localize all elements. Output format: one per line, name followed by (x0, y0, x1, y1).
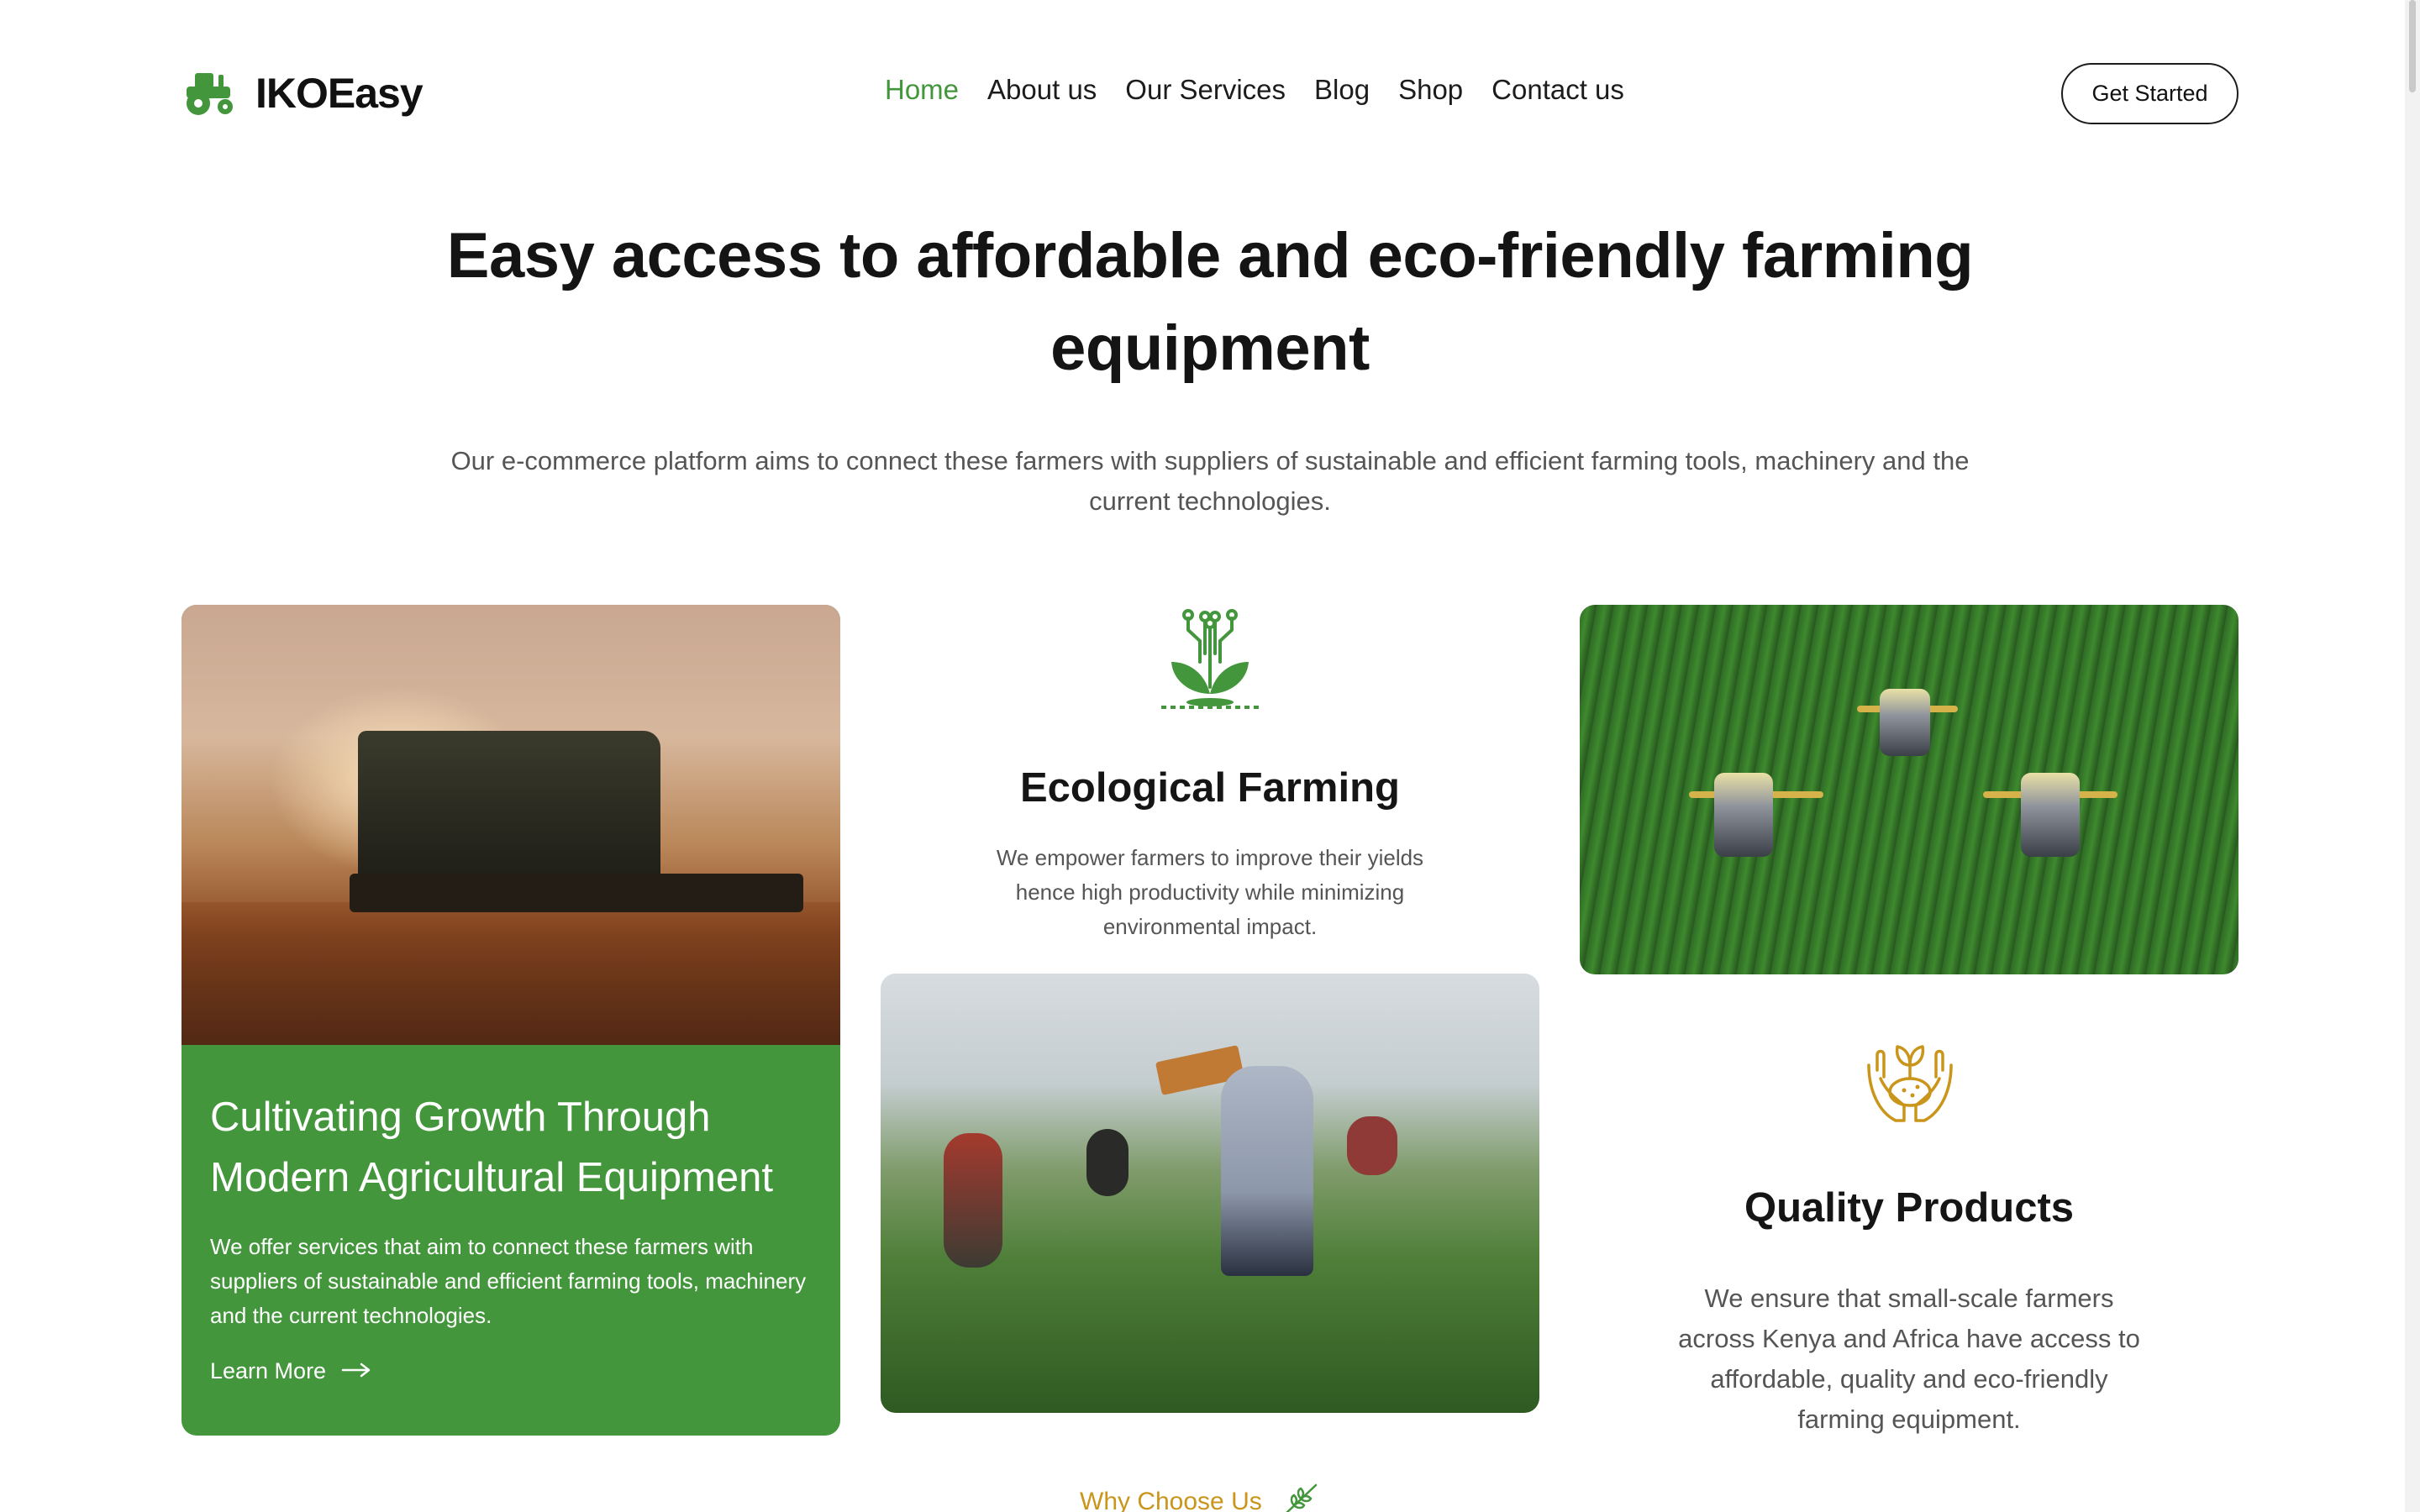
harvester-photo (182, 605, 840, 1045)
get-started-button[interactable]: Get Started (2061, 63, 2238, 124)
quality-card-title: Quality Products (1744, 1185, 2075, 1231)
growth-card-text: We offer services that aim to connect th… (210, 1234, 807, 1328)
page: IKOEasy Home About us Our Services Blog … (0, 0, 2420, 1512)
hero-title: Easy access to affordable and eco-friend… (446, 220, 1974, 384)
quality-card-text: We ensure that small-scale farmers acros… (1678, 1284, 2140, 1434)
hero-subtitle: Our e-commerce platform aims to connect … (450, 446, 1970, 516)
nav-our-services[interactable]: Our Services (1125, 74, 1286, 106)
tractor-icon (182, 70, 237, 117)
brand-name: IKOEasy (255, 70, 424, 117)
why-choose-us-heading: Why Choose Us (1080, 1480, 1324, 1512)
nav-blog[interactable]: Blog (1314, 74, 1370, 106)
field-workers-photo (881, 974, 1539, 1413)
eco-card-text: We empower farmers to improve their yiel… (996, 845, 1424, 939)
scrollbar-thumb[interactable] (2409, 0, 2416, 92)
brand-logo[interactable]: IKOEasy (182, 69, 424, 118)
main-nav: Home About us Our Services Blog Shop Con… (885, 74, 1624, 106)
nav-home[interactable]: Home (885, 74, 959, 106)
growth-card-title: Cultivating Growth Through Modern Agricu… (210, 1095, 774, 1200)
learn-more-label: Learn More (210, 1358, 327, 1383)
scrollbar[interactable] (2405, 0, 2420, 1512)
nav-about-us[interactable]: About us (987, 74, 1097, 106)
plant-circuit-icon (1158, 603, 1262, 717)
why-choose-us-label: Why Choose Us (1080, 1488, 1262, 1512)
eco-card-title: Ecological Farming (1020, 765, 1400, 811)
hands-seedling-icon (1862, 1032, 1958, 1131)
nav-shop[interactable]: Shop (1398, 74, 1463, 106)
tractors-aerial-photo (1580, 605, 2238, 974)
growth-card: Cultivating Growth Through Modern Agricu… (182, 605, 840, 1436)
nav-contact-us[interactable]: Contact us (1491, 74, 1624, 106)
learn-more-link[interactable]: Learn More (210, 1358, 812, 1384)
wheat-icon (1282, 1480, 1324, 1512)
arrow-right-icon (341, 1358, 371, 1384)
